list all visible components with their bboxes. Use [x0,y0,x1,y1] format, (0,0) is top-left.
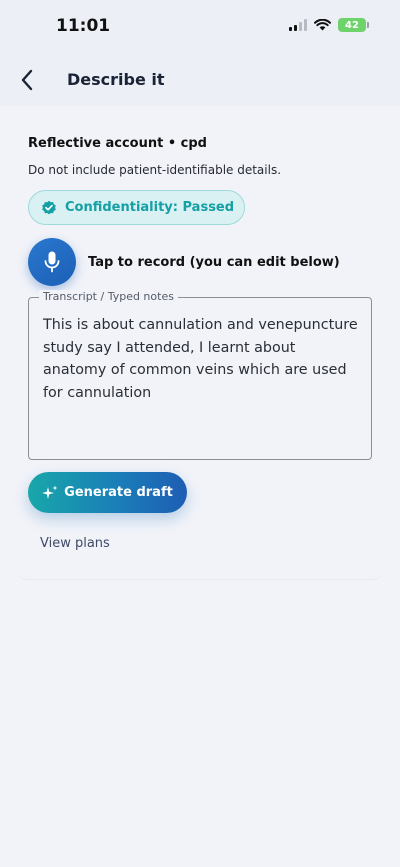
sparkle-icon [42,485,58,499]
record-row: Tap to record (you can edit below) [28,238,340,286]
battery-icon: 42 [338,18,369,32]
back-button[interactable] [12,64,42,96]
view-plans-link[interactable]: View plans [40,536,110,551]
transcript-field[interactable]: Transcript / Typed notes This is about c… [28,290,372,460]
generate-draft-button[interactable]: Generate draft [28,472,187,513]
confidentiality-badge: Confidentiality: Passed [28,190,245,225]
badge-label: Confidentiality: Passed [65,200,235,215]
status-bar: 11:01 42 [0,0,400,54]
status-icons: 42 [289,18,369,32]
record-button[interactable] [28,238,76,286]
record-label: Tap to record (you can edit below) [88,254,340,270]
check-badge-icon [42,200,56,214]
wifi-icon [314,19,331,31]
transcript-text[interactable]: This is about cannulation and venepunctu… [43,314,359,404]
chevron-left-icon [21,69,33,91]
status-time: 11:01 [56,16,111,36]
section-heading: Reflective account • cpd [28,136,207,151]
generate-draft-label: Generate draft [64,485,173,500]
cellular-signal-icon [289,19,307,31]
nav-bar: Describe it [0,54,400,106]
section-subtitle: Do not include patient-identifiable deta… [28,163,282,177]
battery-level: 42 [345,19,359,31]
transcript-label: Transcript / Typed notes [39,290,178,303]
page-title: Describe it [67,70,165,89]
microphone-icon [44,251,60,273]
card-bottom-edge [14,566,386,580]
